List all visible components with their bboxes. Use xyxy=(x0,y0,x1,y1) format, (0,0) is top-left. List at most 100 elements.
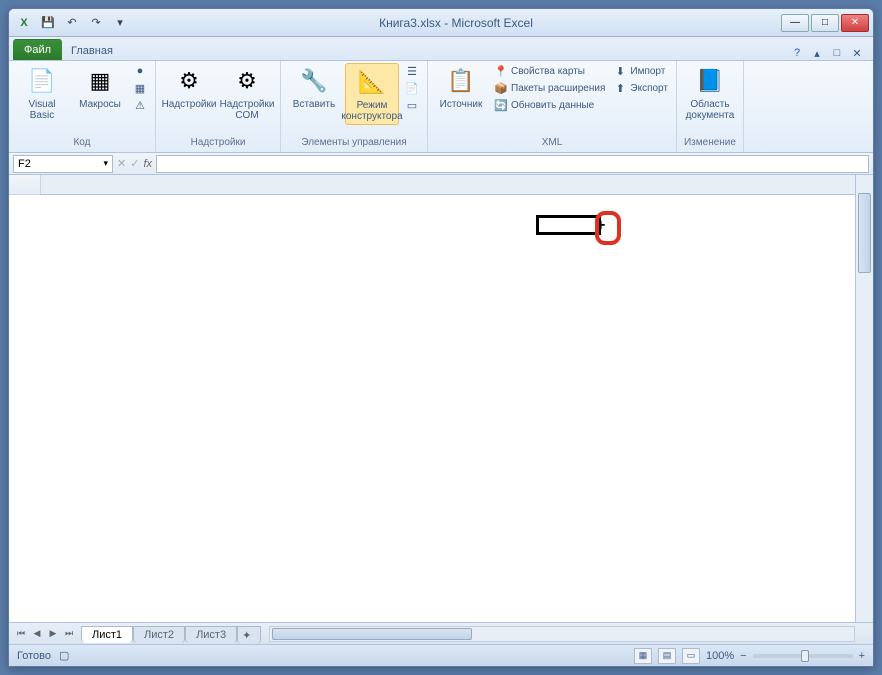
insert-control-button[interactable]: 🔧 Вставить xyxy=(287,63,341,112)
design-icon: 📐 xyxy=(356,66,388,98)
tab-last-icon[interactable]: ⏭ xyxy=(61,626,77,642)
shield-icon: ⚠ xyxy=(133,98,147,112)
ribbon-group-code: 📄 Visual Basic ▦ Макросы ● ▦ ⚠ Код xyxy=(9,61,156,152)
pack-icon: 📦 xyxy=(494,81,508,95)
addins-icon: ⚙ xyxy=(173,65,205,97)
ribbon-tabs: Файл Главная ? ▴ □ ✕ xyxy=(9,37,873,61)
new-sheet-tab[interactable]: ✦ xyxy=(237,626,261,644)
window-title: Книга3.xlsx - Microsoft Excel xyxy=(131,16,781,30)
record-macro-button[interactable]: ● xyxy=(131,63,149,79)
qat-dropdown-icon[interactable]: ▾ xyxy=(109,12,131,34)
maximize-button[interactable]: □ xyxy=(811,14,839,32)
doc-close-icon[interactable]: ✕ xyxy=(849,47,865,60)
refresh-data-button[interactable]: 🔄Обновить данные xyxy=(492,97,607,113)
vscroll-thumb[interactable] xyxy=(858,193,871,273)
run-dialog-button[interactable]: ▭ xyxy=(403,97,421,113)
docpanel-icon: 📘 xyxy=(694,65,726,97)
selection-box xyxy=(536,215,601,235)
close-button[interactable]: ✕ xyxy=(841,14,869,32)
sheet-tabs-row: ⏮ ◀ ▶ ⏭ Лист1 Лист2 Лист3 ✦ xyxy=(9,622,873,644)
ribbon-help: ? ▴ □ ✕ xyxy=(785,47,869,60)
view-normal-button[interactable]: ▦ xyxy=(634,648,652,664)
help-icon[interactable]: ? xyxy=(789,47,805,60)
code-icon: 📄 xyxy=(405,81,419,95)
worksheet-area: + xyxy=(9,175,873,622)
zoom-level[interactable]: 100% xyxy=(706,650,734,662)
tab-prev-icon[interactable]: ◀ xyxy=(29,626,45,642)
sheet-tab[interactable]: Лист3 xyxy=(185,626,237,643)
fx-icon[interactable]: fx xyxy=(143,158,152,170)
ribbon: 📄 Visual Basic ▦ Макросы ● ▦ ⚠ Код ⚙ xyxy=(9,61,873,153)
enter-formula-icon[interactable]: ✓ xyxy=(130,157,139,170)
app-window: X 💾 ↶ ↷ ▾ Книга3.xlsx - Microsoft Excel … xyxy=(8,8,874,667)
titlebar: X 💾 ↶ ↷ ▾ Книга3.xlsx - Microsoft Excel … xyxy=(9,9,873,37)
com-icon: ⚙ xyxy=(231,65,263,97)
tab-first-icon[interactable]: ⏮ xyxy=(13,626,29,642)
window-controls: — □ ✕ xyxy=(781,14,869,32)
view-pagebreak-button[interactable]: ▭ xyxy=(682,648,700,664)
undo-icon[interactable]: ↶ xyxy=(61,12,83,34)
column-headers xyxy=(41,175,855,195)
status-ready: Готово xyxy=(17,650,51,662)
tab-nav: ⏮ ◀ ▶ ⏭ xyxy=(9,626,81,642)
dialog-icon: ▭ xyxy=(405,98,419,112)
import-button[interactable]: ⬇Импорт xyxy=(611,63,670,79)
ribbon-minimize-icon[interactable]: ▴ xyxy=(809,47,825,60)
row-headers-col xyxy=(9,175,41,622)
grid-icon: ▦ xyxy=(133,81,147,95)
zoom-in-button[interactable]: + xyxy=(859,650,865,662)
tab-next-icon[interactable]: ▶ xyxy=(45,626,61,642)
sheet-tab-active[interactable]: Лист1 xyxy=(81,626,133,643)
map-properties-button[interactable]: 📍Свойства карты xyxy=(492,63,607,79)
select-all-corner[interactable] xyxy=(9,175,41,195)
relative-ref-button[interactable]: ▦ xyxy=(131,80,149,96)
expansion-packs-button[interactable]: 📦Пакеты расширения xyxy=(492,80,607,96)
vertical-scrollbar[interactable] xyxy=(855,175,873,622)
com-addins-button[interactable]: ⚙ Надстройки COM xyxy=(220,63,274,123)
xml-source-button[interactable]: 📋 Источник xyxy=(434,63,488,112)
view-layout-button[interactable]: ▤ xyxy=(658,648,676,664)
formula-bar[interactable] xyxy=(156,155,869,173)
status-bar: Готово ▢ ▦ ▤ ▭ 100% − + xyxy=(9,644,873,666)
zoom-thumb[interactable] xyxy=(801,650,809,662)
export-icon: ⬆ xyxy=(613,81,627,95)
hscroll-thumb[interactable] xyxy=(272,628,472,640)
sheet-tab[interactable]: Лист2 xyxy=(133,626,185,643)
view-code-button[interactable]: 📄 xyxy=(403,80,421,96)
record-icon: ● xyxy=(133,64,147,78)
map-icon: 📍 xyxy=(494,64,508,78)
minimize-button[interactable]: — xyxy=(781,14,809,32)
chevron-down-icon[interactable]: ▾ xyxy=(103,158,108,169)
tab-Главная[interactable]: Главная xyxy=(62,41,122,60)
zoom-out-button[interactable]: − xyxy=(740,650,746,662)
visual-basic-button[interactable]: 📄 Visual Basic xyxy=(15,63,69,123)
doc-restore-icon[interactable]: □ xyxy=(829,47,845,60)
excel-icon[interactable]: X xyxy=(13,12,35,34)
name-box[interactable]: F2▾ xyxy=(13,155,113,173)
ribbon-group-xml: 📋 Источник 📍Свойства карты 📦Пакеты расши… xyxy=(428,61,677,152)
grid[interactable]: + xyxy=(41,175,855,622)
source-icon: 📋 xyxy=(445,65,477,97)
refresh-icon: 🔄 xyxy=(494,98,508,112)
tab-file[interactable]: Файл xyxy=(13,39,62,60)
document-panel-button[interactable]: 📘 Область документа xyxy=(683,63,737,123)
macros-button[interactable]: ▦ Макросы xyxy=(73,63,127,112)
macro-security-button[interactable]: ⚠ xyxy=(131,97,149,113)
import-icon: ⬇ xyxy=(613,64,627,78)
design-mode-button[interactable]: 📐 Режим конструктора xyxy=(345,63,399,125)
zoom-slider[interactable] xyxy=(753,654,853,658)
properties-button[interactable]: ☰ xyxy=(403,63,421,79)
export-button[interactable]: ⬆Экспорт xyxy=(611,80,670,96)
redo-icon[interactable]: ↷ xyxy=(85,12,107,34)
horizontal-scrollbar[interactable] xyxy=(269,626,855,642)
insert-icon: 🔧 xyxy=(298,65,330,97)
ribbon-group-controls: 🔧 Вставить 📐 Режим конструктора ☰ 📄 ▭ Эл… xyxy=(281,61,428,152)
save-icon[interactable]: 💾 xyxy=(37,12,59,34)
ribbon-group-addins: ⚙ Надстройки ⚙ Надстройки COM Надстройки xyxy=(156,61,281,152)
macro-record-icon[interactable]: ▢ xyxy=(59,649,69,662)
formula-bar-row: F2▾ ✕ ✓ fx xyxy=(9,153,873,175)
props-icon: ☰ xyxy=(405,64,419,78)
cancel-formula-icon[interactable]: ✕ xyxy=(117,157,126,170)
addins-button[interactable]: ⚙ Надстройки xyxy=(162,63,216,112)
ribbon-group-modify: 📘 Область документа Изменение xyxy=(677,61,744,152)
